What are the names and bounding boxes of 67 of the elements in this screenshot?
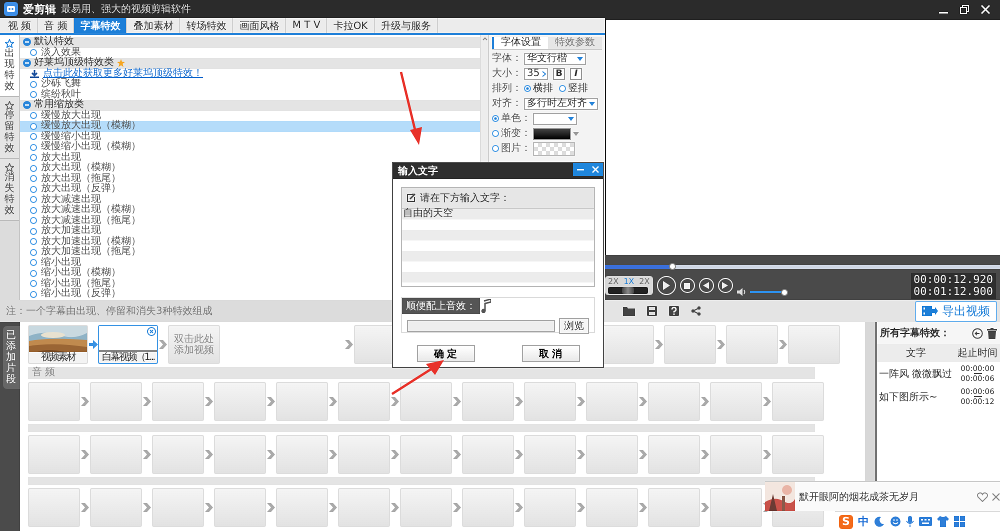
menu-tab[interactable]: 视 频 (2, 18, 38, 33)
effect-item[interactable]: 放大出现 (20, 152, 480, 163)
group-header[interactable]: 好莱坞顶级特效类 (20, 58, 480, 68)
field-label: 渐变： (501, 128, 531, 140)
effect-item[interactable]: 缓慢缩小出现 (20, 132, 480, 142)
side-tab[interactable]: 出现特效 (0, 35, 19, 97)
effect-item[interactable]: 缩小出现（反弹） (20, 289, 480, 300)
side-tab[interactable]: 消失特效 (0, 159, 19, 221)
ok-button[interactable]: 确 定 (416, 345, 474, 362)
italic-button[interactable]: I (570, 68, 582, 80)
option-label: 横排 (533, 82, 553, 94)
typed-line: 自由的天空 (403, 209, 454, 220)
menu-tab[interactable]: M T V (286, 18, 328, 33)
menu-tab[interactable]: 卡拉OK (327, 18, 375, 33)
sound-label: 顺便配上音效： (402, 298, 480, 314)
speed-option[interactable]: 2X (639, 277, 650, 286)
panel-tab[interactable]: 特效参数 (548, 37, 602, 49)
download-link[interactable]: 点击此处获取更多好莱坞顶级特效！ (43, 68, 203, 79)
effect-item[interactable]: 缤纷秋叶 (20, 90, 480, 100)
bold-button[interactable]: B (553, 68, 565, 80)
side-tab[interactable]: 已添加片段 (3, 326, 20, 389)
export-button[interactable]: 导出视频 (915, 300, 997, 322)
clip-caption: 白幕视频（1... (100, 352, 156, 363)
speed-option[interactable]: 2X (608, 277, 619, 286)
column-header: 文字 (905, 346, 927, 360)
effect-item[interactable]: 缓慢放大出现（模糊） (20, 121, 480, 132)
browse-button[interactable]: 浏览 (559, 318, 589, 334)
app-name: 爱剪辑 (23, 2, 56, 16)
panel-tab[interactable]: 字体设置 (492, 37, 548, 49)
cancel-button[interactable]: 取 消 (522, 345, 580, 362)
prompt-text: 请在下方输入文字： (420, 192, 510, 205)
align-dropdown[interactable]: 多行时左对齐 (524, 98, 598, 110)
field-label: 大小： (492, 68, 522, 80)
option-label: 竖排 (568, 82, 588, 94)
input-mode[interactable]: 中 (858, 514, 869, 529)
field-label: 排列： (492, 82, 522, 94)
video-clip[interactable]: 白幕视频（1... (98, 325, 158, 364)
effect-item[interactable]: 缓慢放大出现 (20, 110, 480, 121)
clip-caption: 视频素材 (40, 352, 76, 363)
effect-item[interactable]: 淡入效果 (20, 48, 480, 58)
group-header[interactable]: 默认特效 (20, 37, 480, 48)
size-spinner[interactable]: 35 (524, 68, 548, 80)
menu-tab[interactable]: 转场特效 (180, 18, 234, 33)
total-time: 00:01:12.900 (914, 286, 993, 298)
effect-item[interactable]: 缓慢缩小出现（模糊） (20, 142, 480, 152)
menu-tab[interactable]: 画面风格 (233, 18, 286, 33)
field-label: 图片： (501, 142, 531, 154)
effect-item[interactable]: 沙砾飞舞 (20, 79, 480, 90)
column-header: 起止时间 (956, 346, 998, 360)
field-label: 对齐： (492, 98, 522, 110)
menu-tab[interactable]: 升级与服务 (374, 18, 438, 33)
hint-text: 注：一个字幕由出现、停留和消失3种特效组成 (6, 304, 212, 318)
song-title: 默开眼阿的烟花成茶无岁月 (799, 490, 920, 504)
panel-title: 所有字幕特效： (880, 326, 951, 340)
current-time: 00:00:12.920 (914, 274, 993, 286)
field-label: 单色： (501, 112, 531, 124)
group-header[interactable]: 常用缩放类 (20, 100, 480, 110)
side-tab[interactable]: 停留特效 (0, 97, 19, 159)
font-dropdown[interactable]: 华文行楷 (524, 52, 586, 64)
text-input-field[interactable]: 请在下方输入文字： 自由的天空 (401, 187, 595, 287)
video-clip[interactable]: 视频素材 (28, 325, 88, 364)
track-label: 音 频 (28, 367, 815, 379)
menu-tab[interactable]: 叠加素材 (127, 18, 180, 33)
dialog-title: 输入文字 (398, 164, 439, 178)
field-label: 字体： (492, 52, 522, 64)
menu-tab[interactable]: 字幕特效 (74, 18, 128, 33)
app-tagline: 最易用、强大的视频剪辑软件 (61, 2, 192, 16)
